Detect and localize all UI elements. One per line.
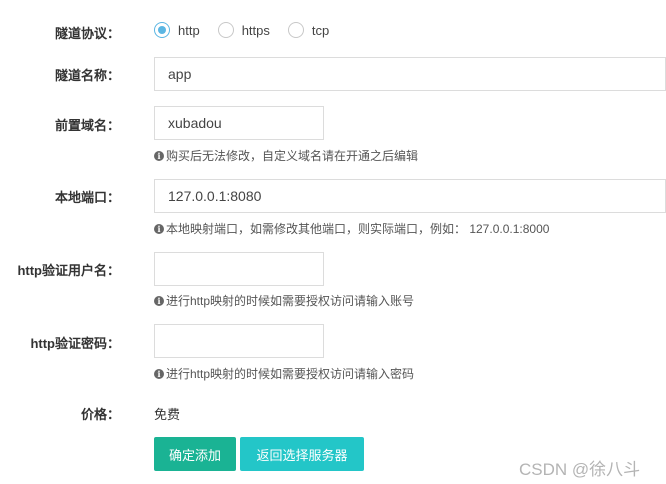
tunnel-name-value: app (168, 66, 192, 82)
info-circle-icon: i (154, 223, 164, 234)
confirm-add-button[interactable]: 确定添加 (154, 437, 236, 471)
back-to-server-button[interactable]: 返回选择服务器 (240, 437, 364, 471)
local-port-input[interactable]: 127.0.0.1:8080 (154, 179, 666, 213)
csdn-watermark: CSDN @徐八斗 (519, 460, 641, 479)
http-user-input[interactable] (154, 252, 324, 286)
radio-https[interactable]: https (217, 22, 270, 38)
radio-http-indicator[interactable] (154, 22, 170, 38)
radio-http-label[interactable]: http (178, 23, 200, 38)
subdomain-input[interactable]: xubadou (154, 106, 324, 140)
info-circle-icon: i (154, 368, 164, 379)
local-port-label: 本地端口： (54, 190, 120, 205)
protocol-radio-group: http https tcp (154, 22, 347, 38)
http-user-label: http验证用户名： (17, 263, 120, 278)
radio-https-indicator[interactable] (217, 22, 234, 38)
http-password-label: http验证密码： (30, 336, 120, 351)
http-user-hint-text: 进行http映射的时候如需要授权访问请输入账号 (166, 294, 415, 308)
local-port-value: 127.0.0.1:8080 (168, 188, 262, 204)
tunnel-name-input[interactable]: app (154, 57, 666, 91)
subdomain-label: 前置域名： (54, 118, 120, 133)
protocol-label: 隧道协议： (54, 26, 120, 41)
http-password-input[interactable] (154, 324, 324, 358)
radio-https-label[interactable]: https (242, 23, 270, 38)
http-password-hint: i 进行http映射的时候如需要授权访问请输入密码 (154, 365, 414, 382)
radio-tcp[interactable]: tcp (287, 22, 329, 38)
radio-http[interactable]: http (154, 22, 200, 38)
radio-tcp-label[interactable]: tcp (312, 23, 329, 38)
subdomain-hint: i 购买后无法修改，自定义域名请在开通之后编辑 (154, 147, 418, 164)
subdomain-hint-text: 购买后无法修改，自定义域名请在开通之后编辑 (166, 149, 419, 163)
local-port-hint-text: 本地映射端口，如需修改其他端口，则实际端口，例如： 127.0.0.1:8000 (166, 222, 550, 236)
subdomain-value: xubadou (168, 115, 222, 131)
info-circle-icon: i (154, 295, 164, 306)
http-password-hint-text: 进行http映射的时候如需要授权访问请输入密码 (166, 367, 415, 381)
tunnel-name-label: 隧道名称： (54, 68, 120, 83)
price-value: 免费 (154, 407, 181, 422)
info-circle-icon: i (154, 150, 164, 161)
http-user-hint: i 进行http映射的时候如需要授权访问请输入账号 (154, 292, 414, 309)
price-label: 价格： (80, 407, 120, 422)
radio-tcp-indicator[interactable] (287, 22, 304, 38)
local-port-hint: i 本地映射端口，如需修改其他端口，则实际端口，例如： 127.0.0.1:80… (154, 220, 549, 237)
